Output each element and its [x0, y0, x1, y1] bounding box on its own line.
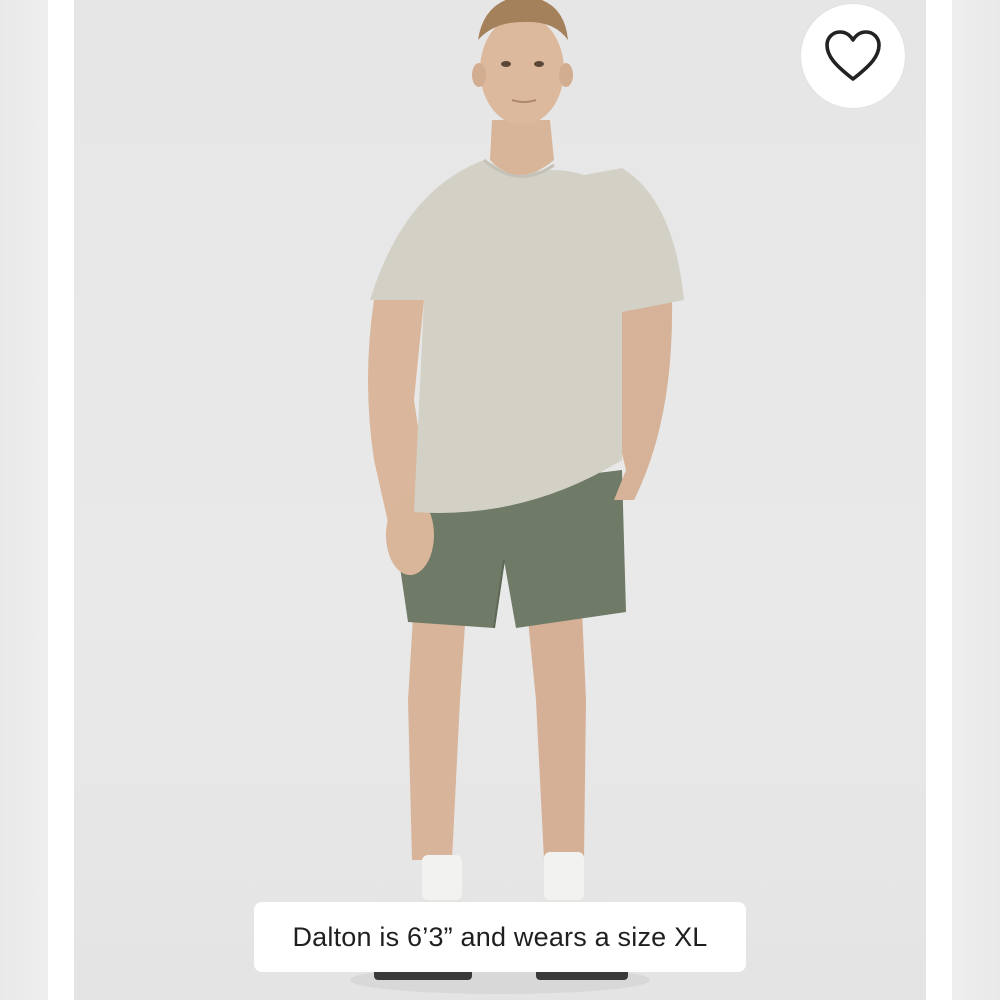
- model-illustration: [350, 0, 684, 994]
- gallery-frame-left: [48, 0, 74, 1000]
- product-gallery-viewport: Dalton is 6’3” and wears a size XL: [0, 0, 1000, 1000]
- heart-outline-icon: [825, 30, 881, 81]
- previous-image-peek[interactable]: [0, 0, 48, 1000]
- wishlist-button[interactable]: [801, 4, 905, 108]
- model-size-caption-text: Dalton is 6’3” and wears a size XL: [292, 921, 708, 952]
- model-size-caption: Dalton is 6’3” and wears a size XL: [254, 902, 746, 972]
- next-image-peek[interactable]: [952, 0, 1000, 1000]
- product-image[interactable]: [74, 0, 926, 1000]
- gallery-frame-right: [926, 0, 952, 1000]
